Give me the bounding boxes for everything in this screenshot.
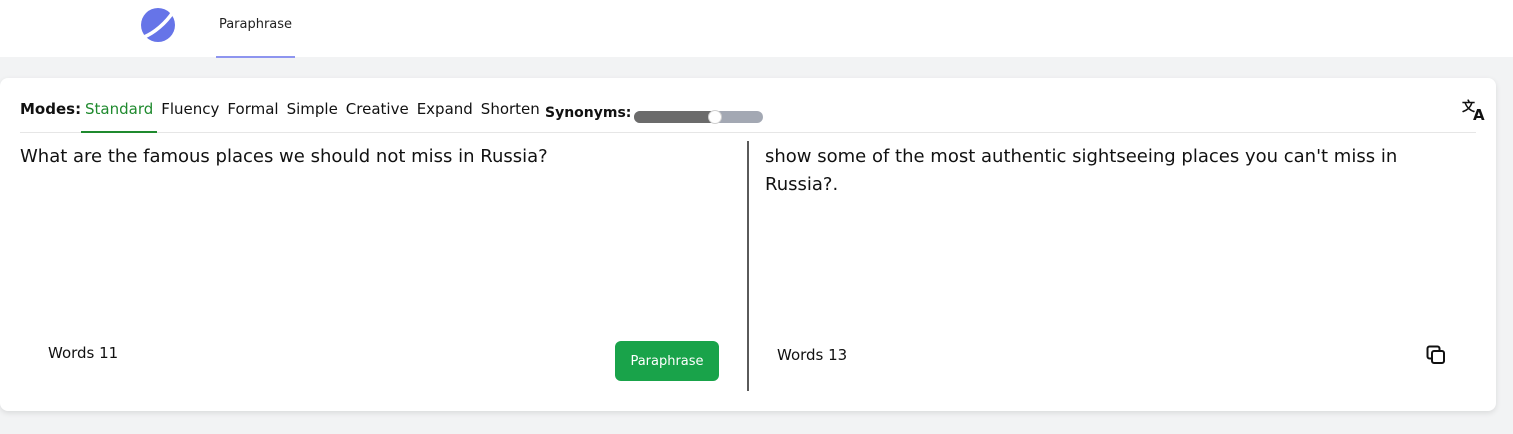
- tab-paraphrase[interactable]: Paraphrase: [216, 0, 295, 58]
- mode-tab-standard[interactable]: Standard: [81, 78, 158, 133]
- svg-text:A: A: [1473, 106, 1485, 122]
- synonyms-slider[interactable]: [634, 110, 763, 124]
- planet-logo-icon[interactable]: [140, 7, 176, 43]
- mode-tab-simple[interactable]: Simple: [283, 78, 342, 133]
- translate-icon[interactable]: 文 A: [1462, 98, 1488, 122]
- synonyms-slider-fill: [634, 111, 712, 123]
- mode-tab-fluency[interactable]: Fluency: [157, 78, 223, 133]
- mode-tabs: Standard Fluency Formal Simple Creative …: [81, 78, 544, 133]
- copy-icon[interactable]: [1426, 345, 1446, 365]
- synonyms-label: Synonyms:: [545, 105, 632, 121]
- mode-tab-shorten[interactable]: Shorten: [477, 78, 544, 133]
- modes-label: Modes:: [20, 100, 82, 118]
- paraphraser-card: Modes: Standard Fluency Formal Simple Cr…: [0, 78, 1496, 411]
- input-text[interactable]: What are the famous places we should not…: [20, 144, 730, 170]
- paraphrase-button[interactable]: Paraphrase: [615, 341, 719, 381]
- mode-tab-formal[interactable]: Formal: [223, 78, 282, 133]
- modes-toolbar: Modes: Standard Fluency Formal Simple Cr…: [20, 78, 1485, 133]
- mode-tab-creative[interactable]: Creative: [342, 78, 413, 133]
- panel-divider: [747, 141, 749, 391]
- synonyms-slider-thumb[interactable]: [708, 110, 723, 124]
- output-word-count: Words 13: [777, 346, 848, 364]
- mode-tab-expand[interactable]: Expand: [413, 78, 477, 133]
- input-word-count: Words 11: [48, 344, 119, 362]
- output-text: show some of the most authentic sightsee…: [765, 146, 1398, 195]
- top-bar: Paraphrase: [0, 0, 1513, 58]
